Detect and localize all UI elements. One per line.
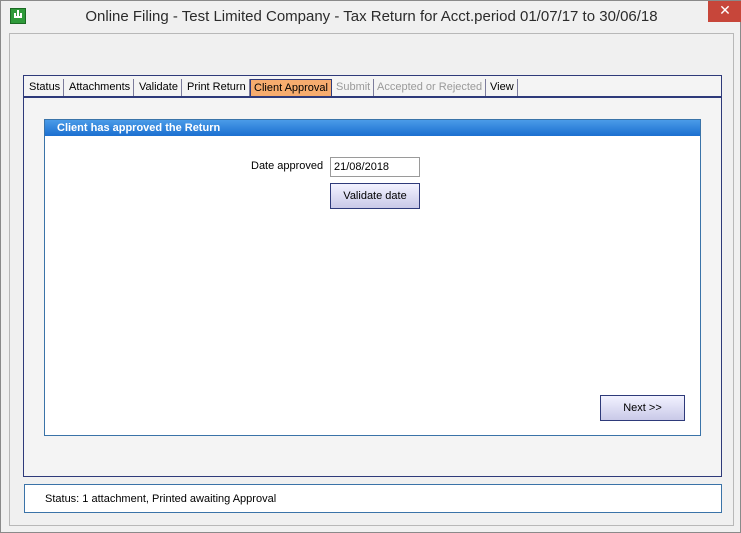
tab-view[interactable]: View <box>487 79 518 96</box>
next-button[interactable]: Next >> <box>600 395 685 421</box>
tab-strip: Status Attachments Validate Print Return… <box>24 79 721 98</box>
date-approved-input[interactable] <box>330 157 420 177</box>
tab-attachments[interactable]: Attachments <box>66 79 135 96</box>
close-button[interactable]: ✕ <box>708 1 741 22</box>
tab-print-return[interactable]: Print Return <box>184 79 250 96</box>
panel-header: Client has approved the Return <box>45 120 700 136</box>
status-panel: Status: 1 attachment, Printed awaiting A… <box>24 484 722 513</box>
tab-accepted-or-rejected: Accepted or Rejected <box>374 79 487 96</box>
tab-submit: Submit <box>333 79 375 96</box>
tab-client-approval[interactable]: Client Approval <box>250 79 332 96</box>
tab-validate[interactable]: Validate <box>136 79 182 96</box>
window-title: Online Filing - Test Limited Company - T… <box>85 8 658 25</box>
title-bar[interactable]: Online Filing - Test Limited Company - T… <box>1 1 741 33</box>
tab-status[interactable]: Status <box>26 79 65 96</box>
main-window: Online Filing - Test Limited Company - T… <box>0 0 741 533</box>
date-approved-label: Date approved <box>251 160 324 172</box>
status-text: Status: 1 attachment, Printed awaiting A… <box>45 493 277 505</box>
validate-date-button[interactable]: Validate date <box>330 183 420 209</box>
